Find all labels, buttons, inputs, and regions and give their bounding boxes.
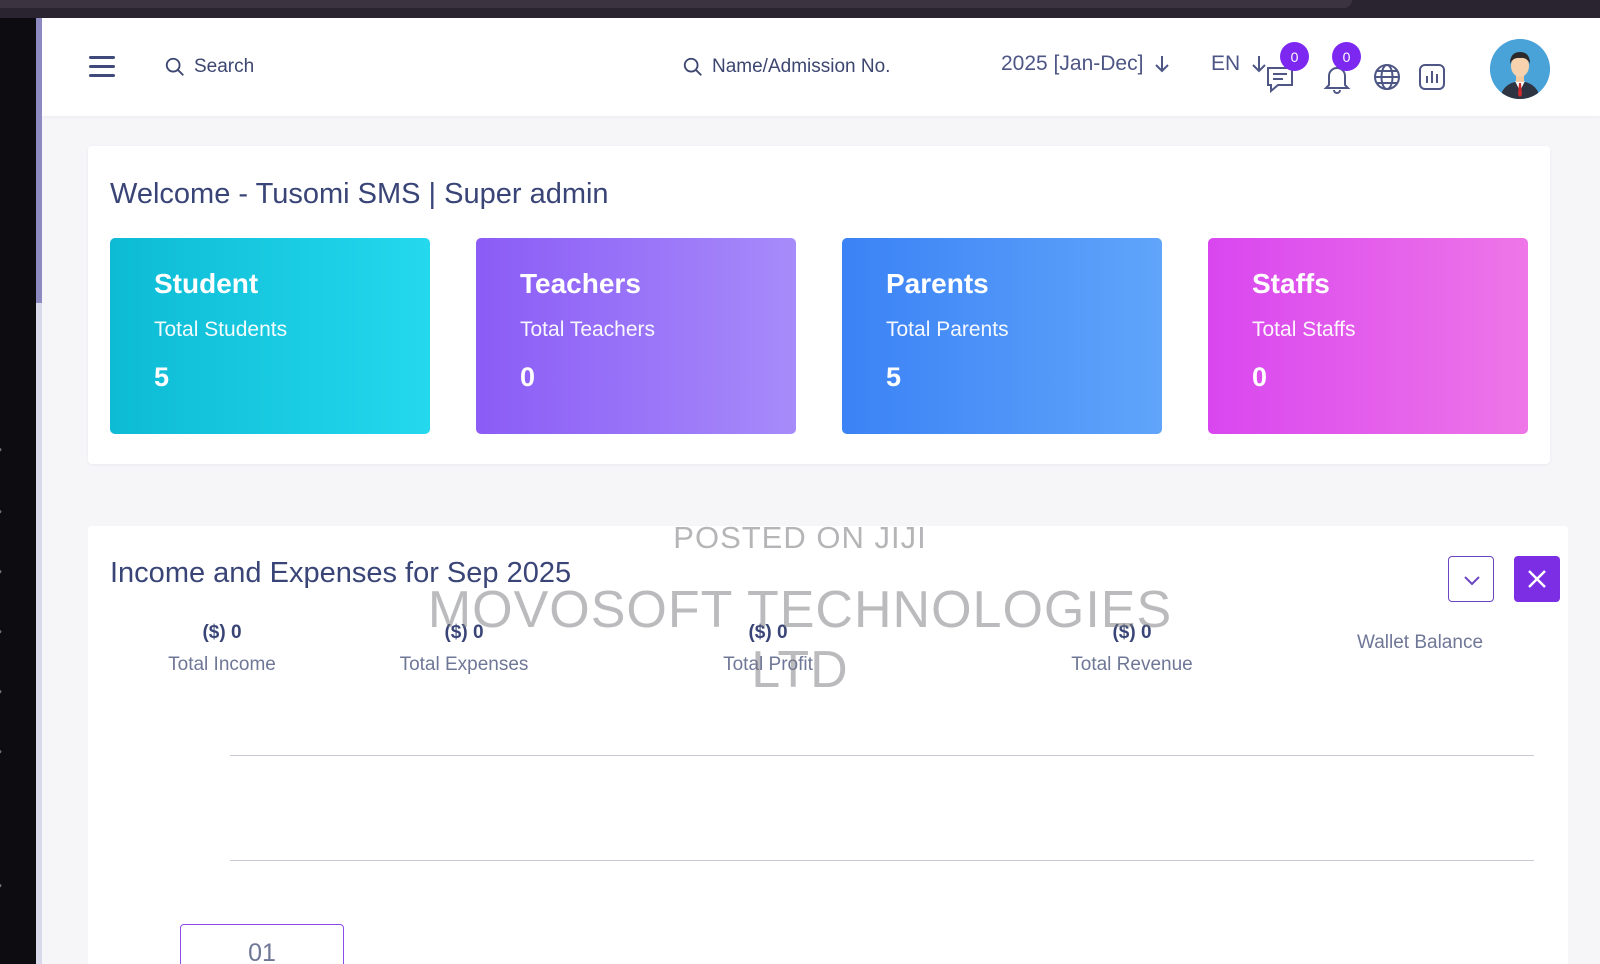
search-icon (165, 57, 184, 76)
metric-value: ($) 0 (1112, 622, 1152, 643)
stat-card-value: 0 (520, 362, 536, 392)
metric-label: Total Income (168, 654, 276, 675)
top-header: Search Name/Admission No. 2025 [Jan-Dec]… (42, 18, 1600, 116)
chart-icon (1419, 64, 1445, 90)
chevron-down-icon (1464, 576, 1480, 586)
sidebar-chevron-icon[interactable]: › (0, 878, 2, 892)
stat-card-value: 5 (154, 362, 170, 392)
welcome-title: Welcome - Tusomi SMS | Super admin (110, 178, 609, 210)
arrow-down-icon (1155, 56, 1170, 73)
sidebar-chevron-icon[interactable]: › (0, 564, 2, 578)
metric-total-income: ($) 0 Total Income (112, 622, 332, 676)
stat-card-title: Staffs (1252, 268, 1330, 299)
metric-value: ($) 0 (444, 622, 484, 643)
chart-tooltip: 01 (180, 924, 344, 964)
hamburger-menu-button[interactable] (89, 56, 115, 78)
close-icon (1528, 570, 1546, 588)
metric-total-revenue: ($) 0 Total Revenue (1022, 622, 1242, 676)
income-expenses-card: Income and Expenses for Sep 2025 ($) 0 T… (88, 526, 1568, 964)
language-label: EN (1211, 52, 1241, 75)
search-icon (683, 57, 702, 76)
user-avatar-icon (1490, 39, 1550, 99)
stat-card-subtitle: Total Parents (886, 318, 1009, 341)
income-expenses-title: Income and Expenses for Sep 2025 (110, 557, 572, 589)
metric-label: Total Profit (723, 654, 813, 675)
stat-card-value: 5 (886, 362, 902, 392)
session-label: 2025 [Jan-Dec] (1001, 52, 1144, 75)
admission-search-label: Name/Admission No. (712, 56, 891, 77)
stat-card-parents[interactable]: Parents Total Parents 5 (842, 238, 1162, 434)
stat-card-staffs[interactable]: Staffs Total Staffs 0 (1208, 238, 1528, 434)
stat-card-subtitle: Total Students (154, 318, 288, 341)
metric-total-profit: ($) 0 Total Profit (658, 622, 878, 676)
notifications-count-badge: 0 (1332, 42, 1361, 71)
messages-count-badge: 0 (1280, 42, 1309, 71)
sidebar-chevron-icon[interactable]: › (0, 504, 2, 518)
reports-button[interactable] (1417, 62, 1447, 92)
metric-value: ($) 0 (748, 622, 788, 643)
stat-card-title: Teachers (520, 268, 641, 299)
close-button[interactable] (1514, 556, 1560, 602)
sidebar-chevron-icon[interactable]: › (0, 624, 2, 638)
chart-tooltip-label: 01 (248, 939, 276, 964)
metric-label: Total Expenses (399, 654, 529, 675)
search-box[interactable]: Search (164, 54, 254, 80)
stat-card-students[interactable]: Student Total Students 5 (110, 238, 430, 434)
chart-gridline (230, 755, 1534, 756)
user-avatar[interactable] (1490, 39, 1550, 99)
session-selector[interactable]: 2025 [Jan-Dec] (1001, 52, 1171, 76)
browser-top-strip (0, 0, 1600, 20)
welcome-card: Welcome - Tusomi SMS | Super admin Stude… (88, 146, 1550, 464)
stat-card-subtitle: Total Staffs (1252, 318, 1356, 341)
stat-card-subtitle: Total Teachers (520, 318, 656, 341)
metric-label: Wallet Balance (1356, 632, 1484, 653)
sidebar-chevron-icon[interactable]: › (0, 744, 2, 758)
stat-card-teachers[interactable]: Teachers Total Teachers 0 (476, 238, 796, 434)
website-button[interactable] (1372, 62, 1402, 92)
admission-search-box[interactable]: Name/Admission No. (682, 54, 890, 80)
metric-value: ($) 0 (202, 622, 242, 643)
main-app: Search Name/Admission No. 2025 [Jan-Dec]… (42, 18, 1600, 964)
metric-label: Total Revenue (1071, 654, 1193, 675)
metric-total-expenses: ($) 0 Total Expenses (354, 622, 574, 676)
globe-icon (1374, 64, 1400, 90)
language-selector[interactable]: EN (1211, 52, 1268, 76)
search-label: Search (194, 56, 255, 77)
collapse-button[interactable] (1448, 556, 1494, 602)
collapsed-sidebar: › › › › › › › (0, 18, 36, 964)
sidebar-chevron-icon[interactable]: › (0, 684, 2, 698)
stat-card-title: Parents (886, 268, 989, 299)
chart-gridline (230, 860, 1534, 861)
stat-card-value: 0 (1252, 362, 1268, 392)
sidebar-chevron-icon[interactable]: › (0, 442, 2, 456)
stat-card-title: Student (154, 268, 259, 299)
metric-wallet-balance: Wallet Balance (1310, 622, 1530, 654)
